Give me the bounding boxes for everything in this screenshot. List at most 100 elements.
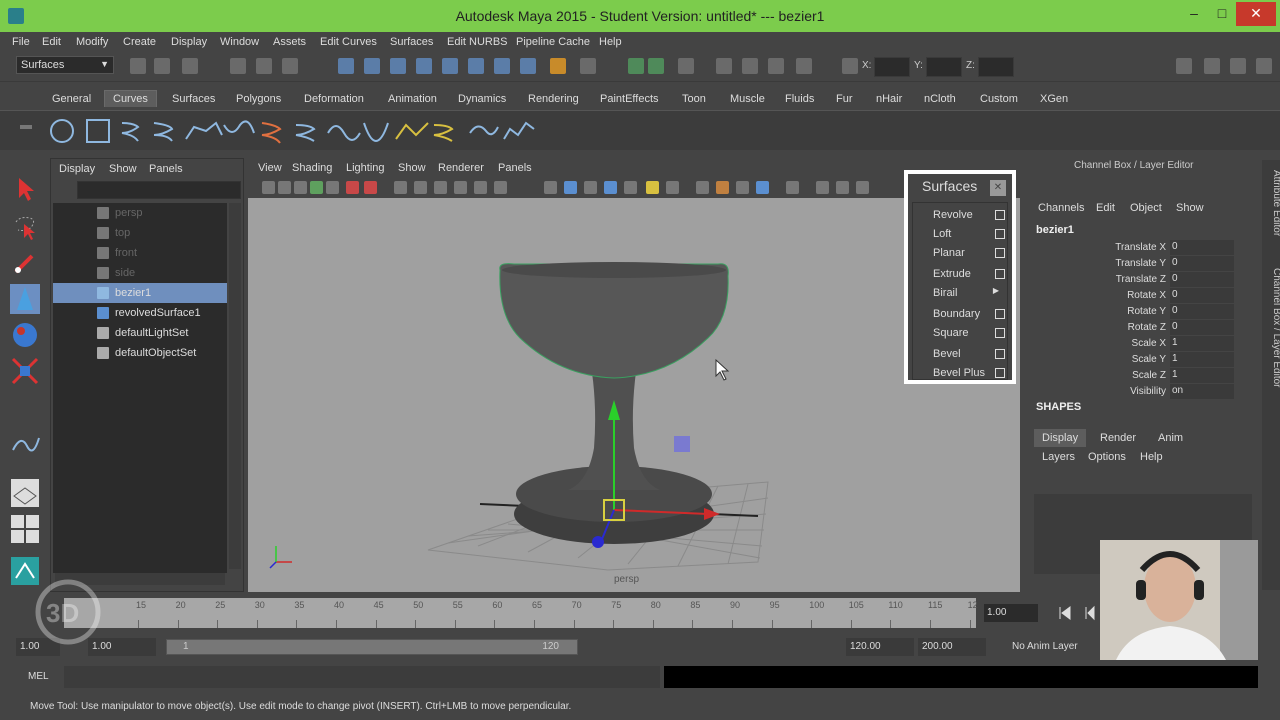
layer-tab-render[interactable]: Render: [1100, 432, 1136, 444]
attribute-value-field[interactable]: 1: [1170, 368, 1234, 383]
resolution-gate-icon[interactable]: [414, 181, 427, 194]
shelf-tab-custom[interactable]: Custom: [976, 93, 1022, 105]
snap-live-icon[interactable]: [468, 58, 484, 74]
shelf-tab-surfaces[interactable]: Surfaces: [168, 93, 219, 105]
shelf-tab-painteffects[interactable]: PaintEffects: [596, 93, 663, 105]
shelf-tab-curves[interactable]: Curves: [104, 90, 157, 107]
time-slider-bar[interactable]: 15 20 25 30 35 40 45 50 55 60 65 70 75 80 85 90 95 100 105…: [64, 598, 978, 628]
motion-blur-icon[interactable]: [696, 181, 709, 194]
smooth-shade-icon[interactable]: [564, 181, 577, 194]
field-chart-icon[interactable]: [454, 181, 467, 194]
range-slider-bar[interactable]: 1 120: [166, 639, 578, 655]
backface-culling-icon[interactable]: [836, 181, 849, 194]
lock-icon[interactable]: [550, 58, 566, 74]
attribute-row[interactable]: Rotate Z 0: [1030, 320, 1250, 336]
viewport-menu-shading[interactable]: Shading: [292, 162, 332, 174]
attribute-value-field[interactable]: 0: [1170, 320, 1234, 335]
menu-set-select[interactable]: Surfaces ▼: [16, 56, 114, 74]
attribute-editor-toggle-icon[interactable]: [1230, 58, 1246, 74]
history-icon[interactable]: [494, 58, 510, 74]
layer-menu-options[interactable]: Options: [1088, 451, 1126, 463]
layer-tab-anim[interactable]: Anim: [1158, 432, 1183, 444]
viewport-menu-panels[interactable]: Panels: [498, 162, 532, 174]
viewport-menu-lighting[interactable]: Lighting: [346, 162, 385, 174]
menu-assets[interactable]: Assets: [273, 36, 306, 48]
command-input[interactable]: [64, 666, 660, 688]
attribute-row[interactable]: Scale Z 1: [1030, 368, 1250, 384]
viewport-menu-show[interactable]: Show: [398, 162, 426, 174]
attribute-value-field[interactable]: 1: [1170, 336, 1234, 351]
menu-item-birail[interactable]: Birail ▶: [913, 283, 1009, 303]
snap-grid-icon[interactable]: [338, 58, 354, 74]
attribute-value-field[interactable]: 0: [1170, 240, 1234, 255]
current-time-field[interactable]: 1.00: [984, 604, 1038, 622]
outliner-item[interactable]: persp: [53, 203, 227, 223]
attribute-row[interactable]: Scale X 1: [1030, 336, 1250, 352]
attribute-value-field[interactable]: 1: [1170, 352, 1234, 367]
option-box-icon[interactable]: [995, 328, 1005, 338]
option-box-icon[interactable]: [995, 368, 1005, 378]
attribute-row[interactable]: Translate Z 0: [1030, 272, 1250, 288]
menu-pipeline-cache[interactable]: Pipeline Cache: [516, 36, 590, 48]
depth-of-field-icon[interactable]: [736, 181, 749, 194]
outliner-menu-show[interactable]: Show: [109, 163, 137, 175]
shelf-tab-fluids[interactable]: Fluids: [781, 93, 818, 105]
hypershade-icon[interactable]: [716, 58, 732, 74]
wireframe-icon[interactable]: [544, 181, 557, 194]
outliner-vertical-scrollbar[interactable]: [229, 203, 241, 569]
shelf-tab-muscle[interactable]: Muscle: [726, 93, 769, 105]
snap-view-plane-icon[interactable]: [416, 58, 432, 74]
outliner-item[interactable]: bezier1: [53, 283, 227, 303]
attribute-row[interactable]: Rotate X 0: [1030, 288, 1250, 304]
attribute-value-field[interactable]: 0: [1170, 304, 1234, 319]
shelf-tab-fur[interactable]: Fur: [832, 93, 857, 105]
save-scene-icon[interactable]: [182, 58, 198, 74]
safe-title-icon[interactable]: [494, 181, 507, 194]
outliner-item[interactable]: side: [53, 263, 227, 283]
attribute-value-field[interactable]: on: [1170, 384, 1234, 399]
shelf-tab-polygons[interactable]: Polygons: [232, 93, 285, 105]
menu-create[interactable]: Create: [123, 36, 156, 48]
curves-shelf-icons[interactable]: [0, 111, 560, 151]
menu-edit-nurbs[interactable]: Edit NURBS: [447, 36, 508, 48]
x-field[interactable]: [874, 57, 910, 77]
use-all-lights-icon[interactable]: [624, 181, 637, 194]
outliner-item[interactable]: revolvedSurface1: [53, 303, 227, 323]
outliner-filter-input[interactable]: [77, 181, 241, 199]
z-field[interactable]: [978, 57, 1014, 77]
select-object-icon[interactable]: [256, 58, 272, 74]
menu-file[interactable]: File: [12, 36, 30, 48]
grease-pencil-icon[interactable]: [346, 181, 359, 194]
minimize-button[interactable]: –: [1180, 2, 1208, 26]
animation-end-field[interactable]: 200.00: [918, 638, 986, 656]
option-box-icon[interactable]: [995, 309, 1005, 319]
attribute-row[interactable]: Visibility on: [1030, 384, 1250, 400]
select-camera-icon[interactable]: [262, 181, 275, 194]
menu-item-boundary[interactable]: Boundary: [913, 304, 1009, 324]
channel-box-toggle-icon[interactable]: [1256, 58, 1272, 74]
four-view-layout-icon[interactable]: [10, 514, 40, 544]
2d-pan-zoom-icon[interactable]: [326, 181, 339, 194]
channel-box-menu-object[interactable]: Object: [1130, 202, 1162, 214]
menu-window[interactable]: Window: [220, 36, 259, 48]
viewport-menu-view[interactable]: View: [258, 162, 282, 174]
wireframe-on-shaded-icon[interactable]: [584, 181, 597, 194]
snap-curve-icon[interactable]: [364, 58, 380, 74]
camera-attributes-icon[interactable]: [278, 181, 291, 194]
select-tool-icon[interactable]: [10, 174, 40, 204]
viewport-menu-renderer[interactable]: Renderer: [438, 162, 484, 174]
modeling-toolkit-icon[interactable]: [1176, 58, 1192, 74]
lasso-tool-icon[interactable]: [10, 212, 40, 242]
close-button[interactable]: ✕: [1236, 2, 1276, 26]
layer-tab-display[interactable]: Display: [1034, 429, 1087, 447]
playback-end-field[interactable]: 120.00: [846, 638, 914, 656]
outliner-item[interactable]: defaultObjectSet: [53, 343, 227, 363]
scale-tool-icon[interactable]: [10, 356, 40, 386]
hud-icon[interactable]: [856, 181, 869, 194]
outliner-menu-display[interactable]: Display: [59, 163, 95, 175]
attribute-row[interactable]: Translate X 0: [1030, 240, 1250, 256]
image-plane-icon[interactable]: [310, 181, 323, 194]
menu-item-extrude[interactable]: Extrude: [913, 264, 1009, 284]
outliner-item[interactable]: top: [53, 223, 227, 243]
attribute-value-field[interactable]: 0: [1170, 288, 1234, 303]
